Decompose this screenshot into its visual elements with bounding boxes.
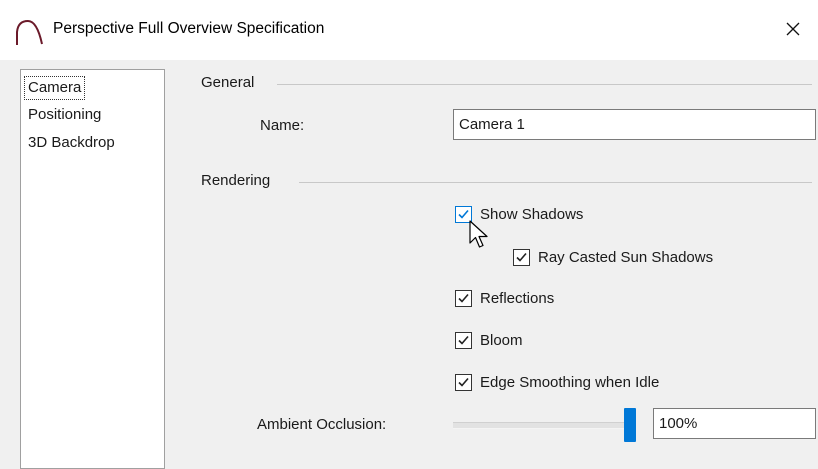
ray-casted-sun-shadows-label: Ray Casted Sun Shadows [538, 248, 714, 266]
close-icon [786, 22, 800, 36]
show-shadows-label: Show Shadows [480, 205, 584, 223]
title-bar: Perspective Full Overview Specification [0, 0, 818, 60]
bloom-label: Bloom [480, 331, 523, 349]
bloom-checkbox[interactable]: Bloom [455, 329, 523, 351]
camera-panel: General Name: Camera 1 Rendering Show Sh… [165, 60, 818, 455]
checkbox-box [455, 373, 472, 391]
group-heading-general: General [201, 74, 255, 91]
checkbox-box [513, 248, 530, 266]
checkmark-icon [458, 293, 469, 303]
close-button[interactable] [770, 8, 816, 50]
ambient-occlusion-input[interactable]: 100% [653, 408, 816, 439]
checkbox-box [455, 289, 472, 307]
mouse-pointer-icon [469, 220, 488, 248]
name-label: Name: [260, 117, 305, 134]
category-list[interactable]: Camera Positioning 3D Backdrop [20, 69, 165, 469]
checkmark-icon [458, 335, 469, 345]
ambient-occlusion-label: Ambient Occlusion: [257, 416, 387, 433]
ray-casted-sun-shadows-checkbox[interactable]: Ray Casted Sun Shadows [513, 246, 713, 268]
ambient-occlusion-slider-thumb[interactable] [624, 408, 636, 442]
edge-smoothing-label: Edge Smoothing when Idle [480, 373, 660, 391]
nav-item-camera[interactable]: Camera [24, 76, 86, 100]
group-divider-general [277, 84, 812, 85]
edge-smoothing-checkbox[interactable]: Edge Smoothing when Idle [455, 371, 659, 393]
window-title: Perspective Full Overview Specification [53, 20, 325, 37]
nav-item-3d-backdrop[interactable]: 3D Backdrop [24, 131, 119, 155]
checkmark-icon [516, 252, 527, 262]
name-input[interactable]: Camera 1 [453, 109, 816, 140]
group-heading-rendering: Rendering [201, 172, 271, 189]
group-divider-rendering [299, 182, 812, 183]
checkbox-box [455, 331, 472, 349]
reflections-checkbox[interactable]: Reflections [455, 287, 554, 309]
camera-arc-icon [16, 19, 43, 45]
checkmark-icon [458, 377, 469, 387]
ambient-occlusion-slider-track[interactable] [453, 422, 633, 429]
reflections-label: Reflections [480, 289, 555, 307]
nav-item-positioning[interactable]: Positioning [24, 103, 105, 127]
